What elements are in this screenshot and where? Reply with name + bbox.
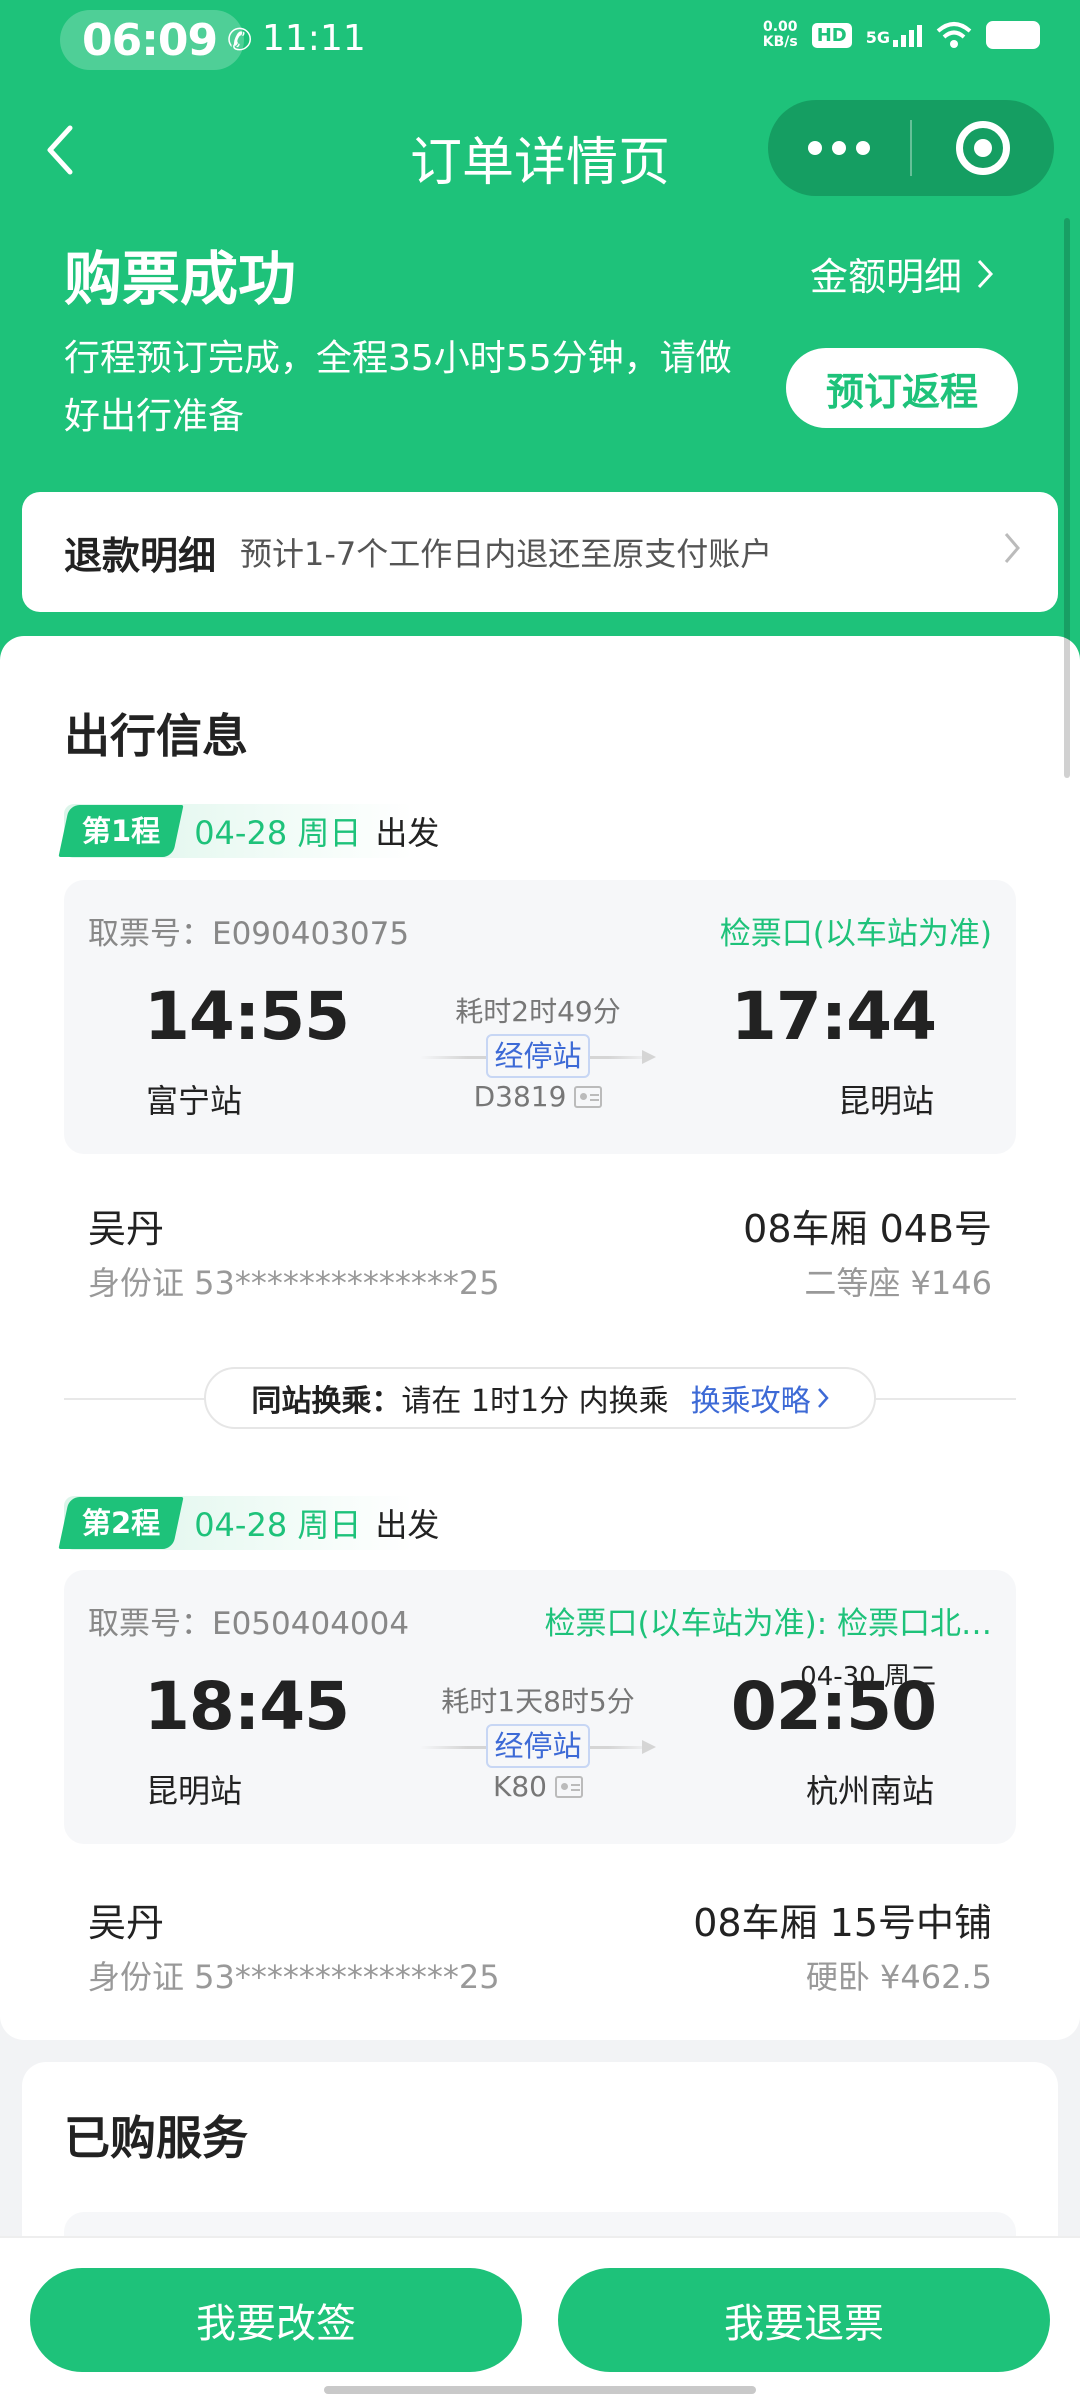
leg-1-badge: 第1程 — [58, 805, 184, 857]
leg-2-depart-label: 出发 — [375, 1506, 440, 1544]
trip-info-card: 出行信息 第1程 04-28 周日 出发 取票号：E090403075 检票口(… — [0, 636, 1080, 2040]
transfer-label: 同站换乘： — [251, 1384, 402, 1419]
id-card-icon — [555, 1775, 583, 1798]
passenger-name: 吴丹 — [88, 1207, 165, 1251]
battery-icon — [986, 21, 1040, 49]
trip-middle: 耗时2时49分 经停站 D3819 — [420, 990, 656, 1113]
status-indicators: 0.00 KB/s HD 5G — [763, 20, 1040, 50]
wifi-icon — [936, 22, 972, 48]
status-bar: 06:09 ✆ 11:11 0.00 KB/s HD 5G — [0, 0, 1080, 84]
more-icon[interactable] — [768, 141, 910, 155]
chevron-right-icon — [817, 1388, 829, 1408]
passenger-id: 身份证 53**************25 — [88, 1958, 500, 1996]
success-title: 购票成功 — [64, 245, 297, 313]
gate-info: 检票口(以车站为准): 检票口北… — [544, 1606, 993, 1642]
duration: 耗时1天8时5分 — [441, 1685, 635, 1718]
net-speed: 0.00 KB/s — [763, 20, 798, 50]
route-arrow: 经停站 — [420, 1724, 656, 1770]
transfer-guide-label: 换乘攻略 — [690, 1384, 811, 1419]
leg-2-badge-label: 第2程 — [82, 1506, 161, 1540]
leg-2-date: 04-28 周日 — [194, 1506, 362, 1544]
amount-detail-link[interactable]: 金额明细 — [810, 246, 994, 301]
trip-info-title: 出行信息 — [64, 709, 248, 763]
net-speed-value: 0.00 — [762, 19, 798, 35]
passenger-id: 身份证 53**************25 — [88, 1264, 500, 1302]
clock-text: 06:09 — [82, 14, 218, 66]
train-number: K80 — [493, 1770, 547, 1803]
rebook-return-button[interactable]: 预订返程 — [786, 348, 1018, 428]
leg-1-header: 第1程 04-28 周日 出发 — [58, 804, 440, 858]
duration: 耗时2时49分 — [455, 995, 621, 1028]
departure-time: 18:45 — [144, 1668, 350, 1745]
refund-ticket-button[interactable]: 我要退票 — [558, 2268, 1050, 2372]
chevron-right-icon — [977, 259, 994, 288]
train-number-row: K80 — [420, 1770, 656, 1803]
scrollbar[interactable] — [1064, 218, 1070, 778]
seat-info: 08车厢 04B号 — [743, 1207, 992, 1251]
close-miniprogram-button[interactable] — [912, 121, 1054, 175]
target-icon — [956, 121, 1010, 175]
chevron-right-icon — [1004, 533, 1020, 563]
departure-station: 昆明站 — [146, 1772, 243, 1810]
hd-icon: HD — [811, 22, 852, 48]
id-card-icon — [574, 1085, 603, 1108]
ticket-number: 取票号：E090403075 — [88, 916, 410, 952]
net-speed-unit: KB/s — [762, 34, 798, 50]
gate-info: 检票口(以车站为准) — [719, 916, 992, 952]
refund-detail-card[interactable]: 退款明细 预计1-7个工作日内退还至原支付账户 — [22, 492, 1058, 612]
trip-middle: 耗时1天8时5分 经停站 K80 — [420, 1680, 656, 1803]
transfer-guide-link[interactable]: 换乘攻略 — [691, 1376, 829, 1420]
leg-1-ticket[interactable]: 取票号：E090403075 检票口(以车站为准) 14:55 富宁站 耗时2时… — [64, 880, 1016, 1154]
route-arrow: 经停站 — [420, 1034, 656, 1080]
signal-label: 5G — [865, 28, 890, 47]
departure-time: 14:55 — [144, 978, 350, 1055]
leg-2-badge: 第2程 — [58, 1497, 184, 1549]
stops-button[interactable]: 经停站 — [486, 1724, 590, 1768]
amount-detail-label: 金额明细 — [810, 255, 963, 299]
services-title: 已购服务 — [64, 2111, 248, 2165]
leg-1-badge-label: 第1程 — [82, 814, 161, 848]
change-ticket-button[interactable]: 我要改签 — [30, 2268, 522, 2372]
phone-icon: ✆ — [227, 22, 252, 58]
transfer-text: 请在 1时1分 内换乘 — [401, 1384, 669, 1419]
refund-title: 退款明细 — [64, 533, 217, 578]
stops-button[interactable]: 经停站 — [486, 1034, 590, 1078]
passenger-name: 吴丹 — [88, 1901, 165, 1945]
seat-price: 硬卧 ¥462.5 — [805, 1958, 992, 1996]
status-time: 11:11 — [262, 18, 366, 59]
leg-1-depart-label: 出发 — [375, 814, 440, 852]
refund-description: 预计1-7个工作日内退还至原支付账户 — [240, 535, 773, 573]
train-number-row: D3819 — [420, 1080, 656, 1113]
arrival-station: 杭州南站 — [805, 1772, 934, 1810]
home-indicator[interactable] — [324, 2386, 756, 2394]
call-clock-pill[interactable]: 06:09 ✆ — [60, 10, 252, 70]
leg-1-date: 04-28 周日 — [194, 814, 362, 852]
leg-2-header: 第2程 04-28 周日 出发 — [58, 1496, 440, 1550]
ticket-number: 取票号：E050404004 — [88, 1606, 410, 1642]
seat-info: 08车厢 15号中铺 — [693, 1901, 992, 1945]
miniprogram-capsule — [768, 100, 1054, 196]
success-description: 行程预订完成，全程35小时55分钟，请做好出行准备 — [64, 338, 732, 437]
arrival-station: 昆明站 — [837, 1082, 934, 1120]
nav-bar: 订单详情页 — [0, 100, 1080, 200]
leg-2-ticket[interactable]: 取票号：E050404004 检票口(以车站为准): 检票口北… 18:45 昆… — [64, 1570, 1016, 1844]
seat-price: 二等座 ¥146 — [804, 1264, 992, 1302]
train-number: D3819 — [473, 1080, 567, 1113]
transfer-pill: 同站换乘： 请在 1时1分 内换乘 换乘攻略 — [204, 1367, 876, 1429]
bottom-action-bar: 我要改签 我要退票 — [0, 2236, 1080, 2400]
departure-station: 富宁站 — [146, 1082, 243, 1120]
arrival-time: 17:44 — [730, 978, 937, 1055]
arrival-time: 02:50 — [730, 1668, 937, 1745]
signal-icon: 5G — [866, 23, 922, 47]
